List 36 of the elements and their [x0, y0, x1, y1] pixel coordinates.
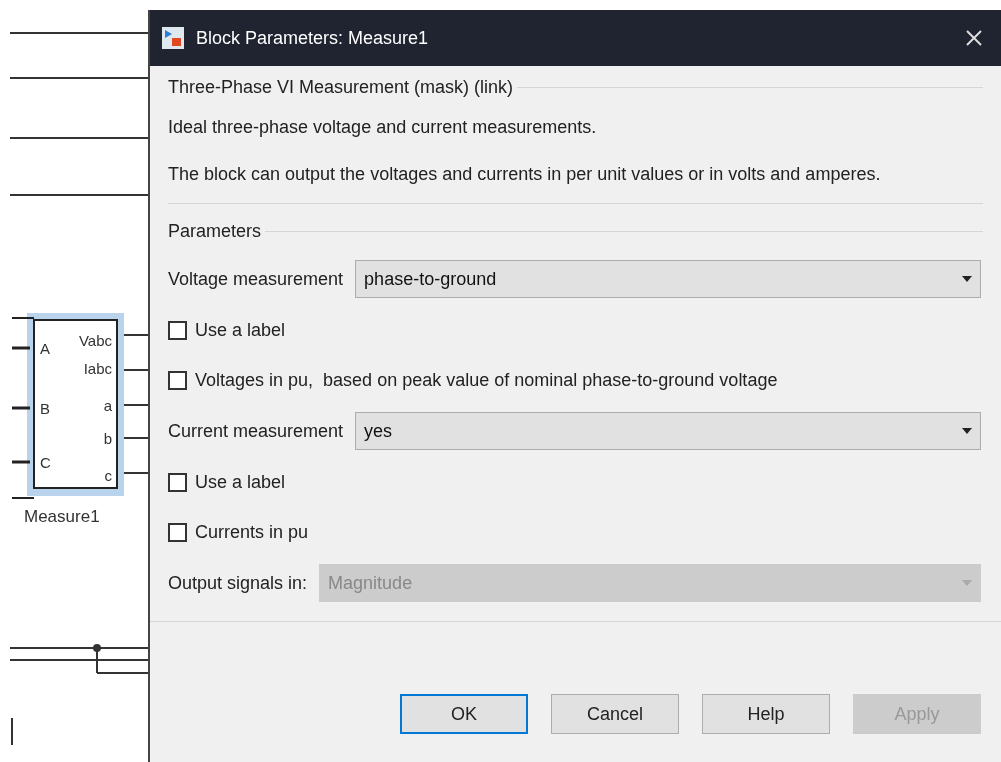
- checkbox-label: Use a label: [195, 318, 286, 342]
- caret-icon: [962, 428, 972, 434]
- dialog-button[interactable]: Help: [702, 694, 830, 734]
- checkbox[interactable]: [168, 370, 187, 390]
- checkbox[interactable]: [168, 320, 187, 340]
- port-label: Iabc: [83, 360, 112, 377]
- close-icon: [965, 29, 983, 47]
- measurement-block[interactable]: [11, 313, 124, 499]
- checkbox[interactable]: [168, 522, 187, 542]
- dropdown[interactable]: phase-to-ground: [355, 260, 981, 298]
- port-label: c: [104, 467, 112, 484]
- block-name: Measure1: [24, 507, 100, 526]
- checkbox-label: Use a label: [195, 470, 286, 494]
- field-label: Voltage measurement: [168, 267, 344, 291]
- checkbox-label: Voltages in pu, based on peak value of nominal phase-to-ground voltage: [195, 368, 778, 392]
- field-label: Current measurement: [168, 419, 344, 443]
- port-label: B: [40, 400, 50, 417]
- field-label: Output signals in:: [168, 571, 308, 595]
- port-label: b: [103, 430, 112, 447]
- checkbox[interactable]: [168, 472, 187, 492]
- group-title: Three-Phase VI Measurement (mask) (link): [168, 76, 514, 99]
- dialog-button[interactable]: OK: [400, 694, 528, 734]
- port-label: A: [40, 340, 50, 357]
- caret-icon: [962, 580, 972, 586]
- block-icon: [162, 27, 184, 49]
- window-title: Block Parameters: Measure1: [196, 26, 430, 50]
- port-label: Vabc: [78, 332, 112, 349]
- dropdown[interactable]: yes: [355, 412, 981, 450]
- description-text: Ideal three-phase voltage and current measurements.: [168, 116, 598, 139]
- dialog-button[interactable]: Cancel: [551, 694, 679, 734]
- description-text: The block can output the voltages and currents in per unit values or in volts and amperes.: [168, 163, 882, 186]
- port-label: a: [103, 397, 112, 414]
- port-label: C: [40, 454, 51, 471]
- group-title: Parameters: [168, 220, 262, 243]
- checkbox-label: Currents in pu: [195, 520, 309, 544]
- caret-icon: [962, 276, 972, 282]
